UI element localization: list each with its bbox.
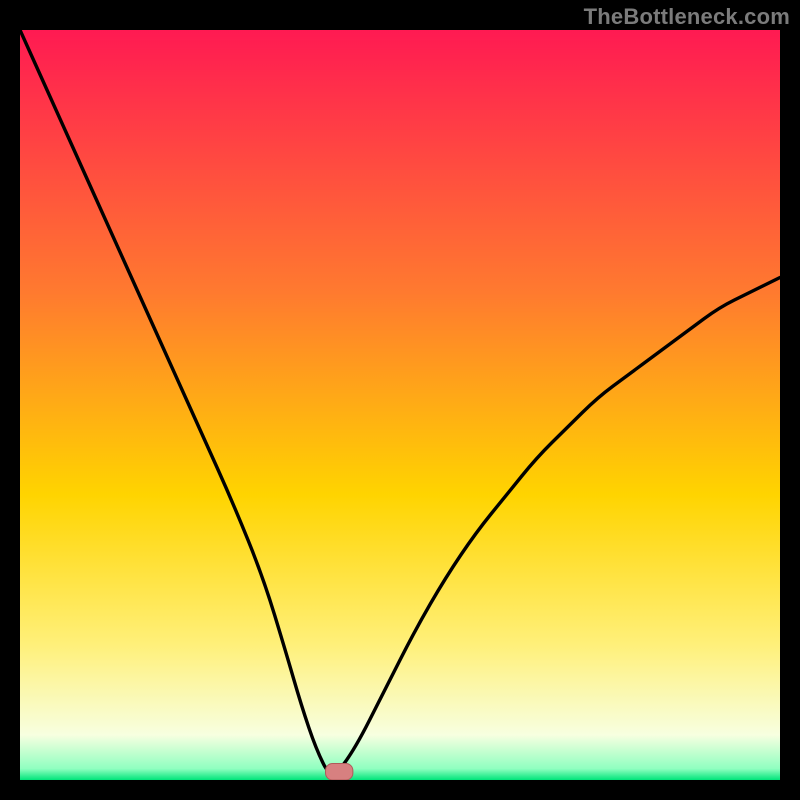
optimum-marker: [326, 764, 353, 781]
watermark-text: TheBottleneck.com: [584, 4, 790, 30]
gradient-background: [20, 30, 780, 780]
plot-area: [20, 30, 780, 780]
chart-frame: TheBottleneck.com: [0, 0, 800, 800]
bottleneck-chart: [20, 30, 780, 780]
